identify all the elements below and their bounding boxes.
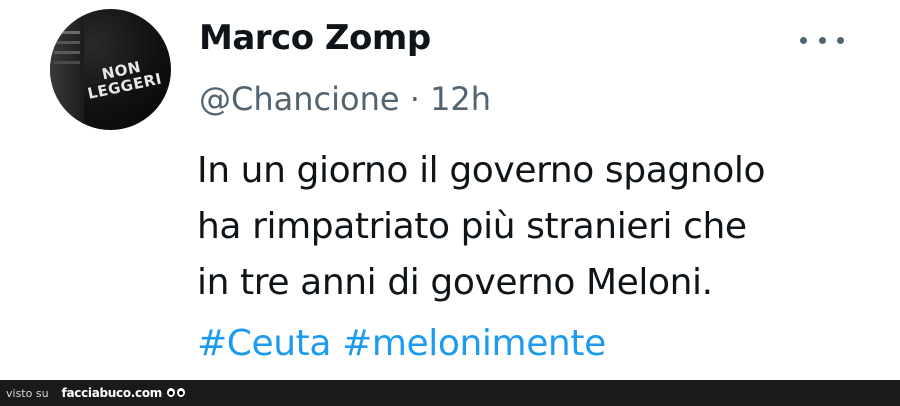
hashtag-melonimente[interactable]: #melonimente <box>342 323 606 364</box>
tweet-text-line: In un giorno il governo spagnolo <box>197 150 766 191</box>
more-dot <box>800 36 807 44</box>
more-horizontal-icon[interactable] <box>800 30 844 50</box>
avatar-background <box>50 9 84 130</box>
display-name[interactable]: Marco Zomp <box>199 16 431 60</box>
hashtag-ceuta[interactable]: #Ceuta <box>197 323 331 364</box>
visto-su-label: visto su <box>6 386 49 400</box>
tweet-time[interactable]: 12h <box>430 80 491 118</box>
tweet-text-line: in tre anni di governo Meloni. <box>197 262 713 303</box>
more-dot <box>837 36 844 44</box>
tweet-card: NON LEGGERI Marco Zomp @Chancione · 12h … <box>0 0 900 380</box>
watermark-footer: visto su facciabuco.com <box>0 380 900 406</box>
avatar[interactable]: NON LEGGERI <box>50 9 171 130</box>
eyes-icon <box>167 386 187 400</box>
more-dot <box>818 36 826 44</box>
hashtags: #Ceuta #melonimente <box>197 316 606 372</box>
site-name[interactable]: facciabuco.com <box>62 386 163 400</box>
handle-line: @Chancione · 12h <box>199 78 491 120</box>
tweet-text: In un giorno il governo spagnolo ha rimp… <box>197 143 887 311</box>
tweet-text-line: ha rimpatriato più stranieri che <box>197 206 747 247</box>
separator-dot: · <box>409 80 420 118</box>
user-handle[interactable]: @Chancione <box>199 80 400 118</box>
